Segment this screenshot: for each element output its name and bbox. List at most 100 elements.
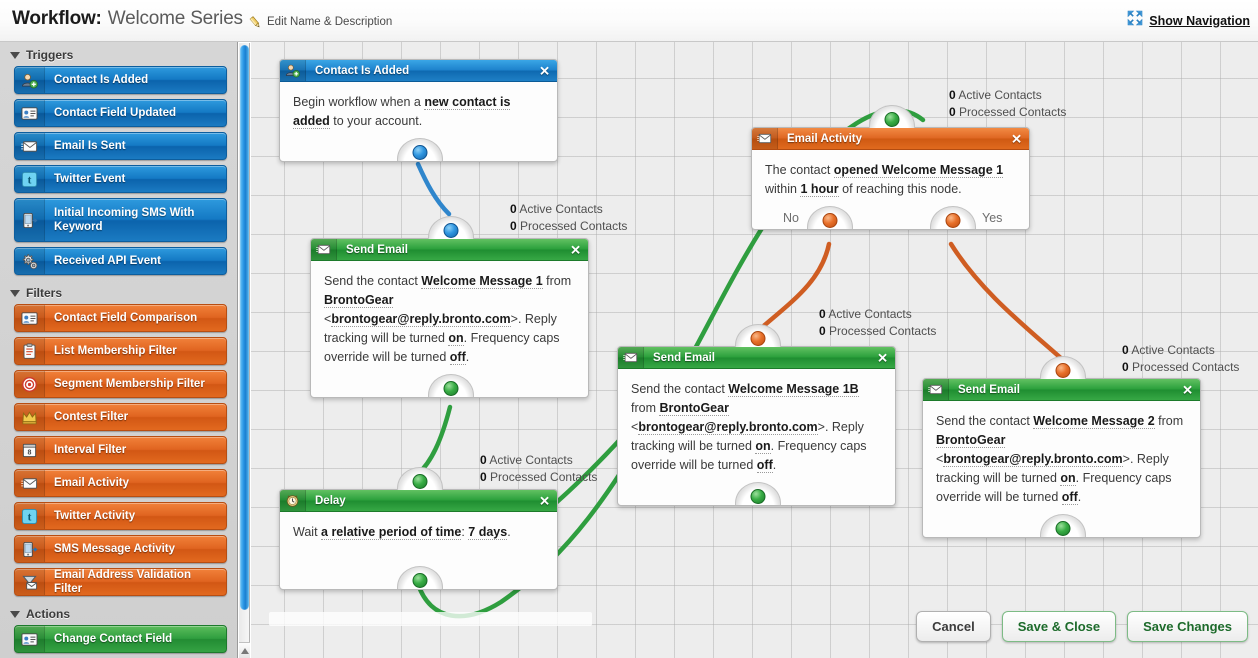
port-dot[interactable] — [822, 213, 838, 228]
show-navigation-button[interactable]: Show Navigation — [1127, 10, 1250, 31]
node-body: The contact opened Welcome Message 1 wit… — [765, 163, 1004, 197]
close-icon[interactable]: ✕ — [539, 494, 550, 507]
output-port-no[interactable] — [807, 206, 853, 229]
output-port[interactable] — [397, 566, 443, 589]
palette-item-email-is-sent[interactable]: Email Is Sent — [14, 132, 227, 160]
editable-field[interactable]: 7 days — [468, 525, 508, 540]
palette-sidebar[interactable]: Triggers Contact Is Added Contact Field … — [0, 42, 238, 658]
sidebar-scrollbar-thumb[interactable] — [240, 45, 249, 610]
port-dot[interactable] — [1055, 363, 1071, 378]
output-port-yes[interactable] — [930, 206, 976, 229]
node-contact-is-added[interactable]: Contact Is Added ✕ Begin workflow when a… — [279, 59, 558, 162]
palette-item-interval-filter[interactable]: 8 Interval Filter — [14, 436, 227, 464]
editable-field[interactable]: on — [448, 331, 464, 346]
editable-field[interactable]: 1 hour — [800, 182, 839, 197]
palette-item-twitter-event[interactable]: t Twitter Event — [14, 165, 227, 193]
editable-field[interactable]: on — [1060, 471, 1076, 486]
palette-item-contest-filter[interactable]: Contest Filter — [14, 403, 227, 431]
stats-email-activity-no: 0 Active Contacts 0 Processed Contacts — [819, 306, 936, 340]
port-dot[interactable] — [750, 489, 766, 504]
sidebar-scrollbar[interactable] — [239, 43, 250, 658]
sidebar-group-actions[interactable]: Actions — [0, 601, 237, 625]
node-header[interactable]: Send Email ✕ — [311, 239, 588, 261]
port-dot[interactable] — [412, 145, 428, 160]
sidebar-group-filters[interactable]: Filters — [0, 280, 237, 304]
output-port[interactable] — [428, 374, 474, 397]
editable-field[interactable]: brontogear@reply.bronto.com — [943, 452, 1123, 467]
edit-name-description-link[interactable]: Edit Name & Description — [248, 15, 392, 29]
palette-item-twitter-activity[interactable]: t Twitter Activity — [14, 502, 227, 530]
palette-item-label: Contact Field Comparison — [54, 312, 198, 324]
port-dot[interactable] — [412, 573, 428, 588]
port-dot[interactable] — [1055, 521, 1071, 536]
palette-item-contact-field-updated[interactable]: Contact Field Updated — [14, 99, 227, 127]
output-port[interactable] — [1040, 514, 1086, 537]
palette-item-contact-field-comparison[interactable]: Contact Field Comparison — [14, 304, 227, 332]
node-body: Send the contact Welcome Message 1 from … — [324, 274, 572, 365]
editable-field[interactable]: brontogear@reply.bronto.com — [638, 420, 818, 435]
node-header[interactable]: Email Activity ✕ — [752, 128, 1029, 150]
palette-item-email-address-validation-filter[interactable]: Email Address Validation Filter — [14, 568, 227, 596]
close-icon[interactable]: ✕ — [570, 243, 581, 256]
palette-item-received-api-event[interactable]: Received API Event — [14, 247, 227, 275]
node-header[interactable]: Delay ✕ — [280, 490, 557, 512]
sidebar-scroll-up-button[interactable] — [239, 642, 250, 658]
output-port[interactable] — [735, 482, 781, 505]
processed-count: 0 — [819, 324, 826, 338]
close-icon[interactable]: ✕ — [1011, 132, 1022, 145]
node-send-email-1[interactable]: Send Email ✕ Send the contact Welcome Me… — [310, 216, 589, 398]
contact-add-icon — [280, 60, 306, 81]
palette-item-change-contact-field[interactable]: Change Contact Field — [14, 625, 227, 653]
palette-item-sms-message-activity[interactable]: SMS Message Activity — [14, 535, 227, 563]
save-and-close-button[interactable]: Save & Close — [1001, 611, 1117, 642]
processed-count: 0 — [510, 219, 517, 233]
output-port[interactable] — [397, 138, 443, 161]
editable-field[interactable]: opened Welcome Message 1 — [833, 163, 1004, 178]
node-email-activity[interactable]: Email Activity ✕ The contact opened Welc… — [751, 105, 1030, 230]
port-dot[interactable] — [750, 331, 766, 346]
node-send-email-1b[interactable]: Send Email ✕ Send the contact Welcome Me… — [617, 324, 896, 506]
cancel-button[interactable]: Cancel — [916, 611, 991, 642]
sidebar-group-triggers[interactable]: Triggers — [0, 42, 237, 66]
editable-field[interactable]: BrontoGear — [659, 401, 729, 416]
node-body: Send the contact Welcome Message 1B from… — [631, 382, 867, 473]
editable-field[interactable]: on — [755, 439, 771, 454]
editable-field[interactable]: off — [756, 458, 773, 473]
port-dot[interactable] — [945, 213, 961, 228]
node-title: Delay — [315, 494, 346, 507]
save-changes-button[interactable]: Save Changes — [1127, 611, 1248, 642]
close-icon[interactable]: ✕ — [877, 351, 888, 364]
editable-field[interactable]: off — [449, 350, 466, 365]
port-dot[interactable] — [443, 223, 459, 238]
palette-item-initial-incoming-sms[interactable]: Initial Incoming SMS With Keyword — [14, 198, 227, 242]
port-dot[interactable] — [884, 112, 900, 127]
editable-field[interactable]: Welcome Message 2 — [1033, 414, 1155, 429]
port-dot[interactable] — [412, 474, 428, 489]
node-send-email-2[interactable]: Send Email ✕ Send the contact Welcome Me… — [922, 356, 1201, 538]
editable-field[interactable]: BrontoGear — [324, 293, 394, 308]
editable-field[interactable]: brontogear@reply.bronto.com — [331, 312, 511, 327]
svg-text:8: 8 — [28, 448, 32, 456]
palette-item-segment-membership-filter[interactable]: Segment Membership Filter — [14, 370, 227, 398]
node-header[interactable]: Send Email ✕ — [618, 347, 895, 369]
editable-field[interactable]: off — [1061, 490, 1078, 505]
palette-item-list-membership-filter[interactable]: List Membership Filter — [14, 337, 227, 365]
editable-field[interactable]: new contact is added — [293, 95, 511, 129]
port-dot[interactable] — [443, 381, 459, 396]
editable-field[interactable]: Welcome Message 1B — [728, 382, 859, 397]
palette-item-email-activity[interactable]: Email Activity — [14, 469, 227, 497]
editable-field[interactable]: BrontoGear — [936, 433, 1006, 448]
sms-device-icon — [15, 536, 45, 562]
editable-field[interactable]: a relative period of time — [321, 525, 462, 540]
editable-field[interactable]: Welcome Message 1 — [421, 274, 543, 289]
node-header[interactable]: Contact Is Added ✕ — [280, 60, 557, 82]
workflow-canvas[interactable]: Contact Is Added ✕ Begin workflow when a… — [251, 42, 1258, 658]
node-header[interactable]: Send Email ✕ — [923, 379, 1200, 401]
workflow-builder: Workflow: Welcome Series Edit Name & Des… — [0, 0, 1258, 658]
canvas-horizontal-scrollbar[interactable] — [269, 612, 592, 626]
palette-item-contact-is-added[interactable]: Contact Is Added — [14, 66, 227, 94]
node-delay[interactable]: Delay ✕ Wait a relative period of time: … — [279, 467, 558, 590]
close-icon[interactable]: ✕ — [1182, 383, 1193, 396]
close-icon[interactable]: ✕ — [539, 64, 550, 77]
palette-item-label: Email Is Sent — [54, 140, 126, 152]
